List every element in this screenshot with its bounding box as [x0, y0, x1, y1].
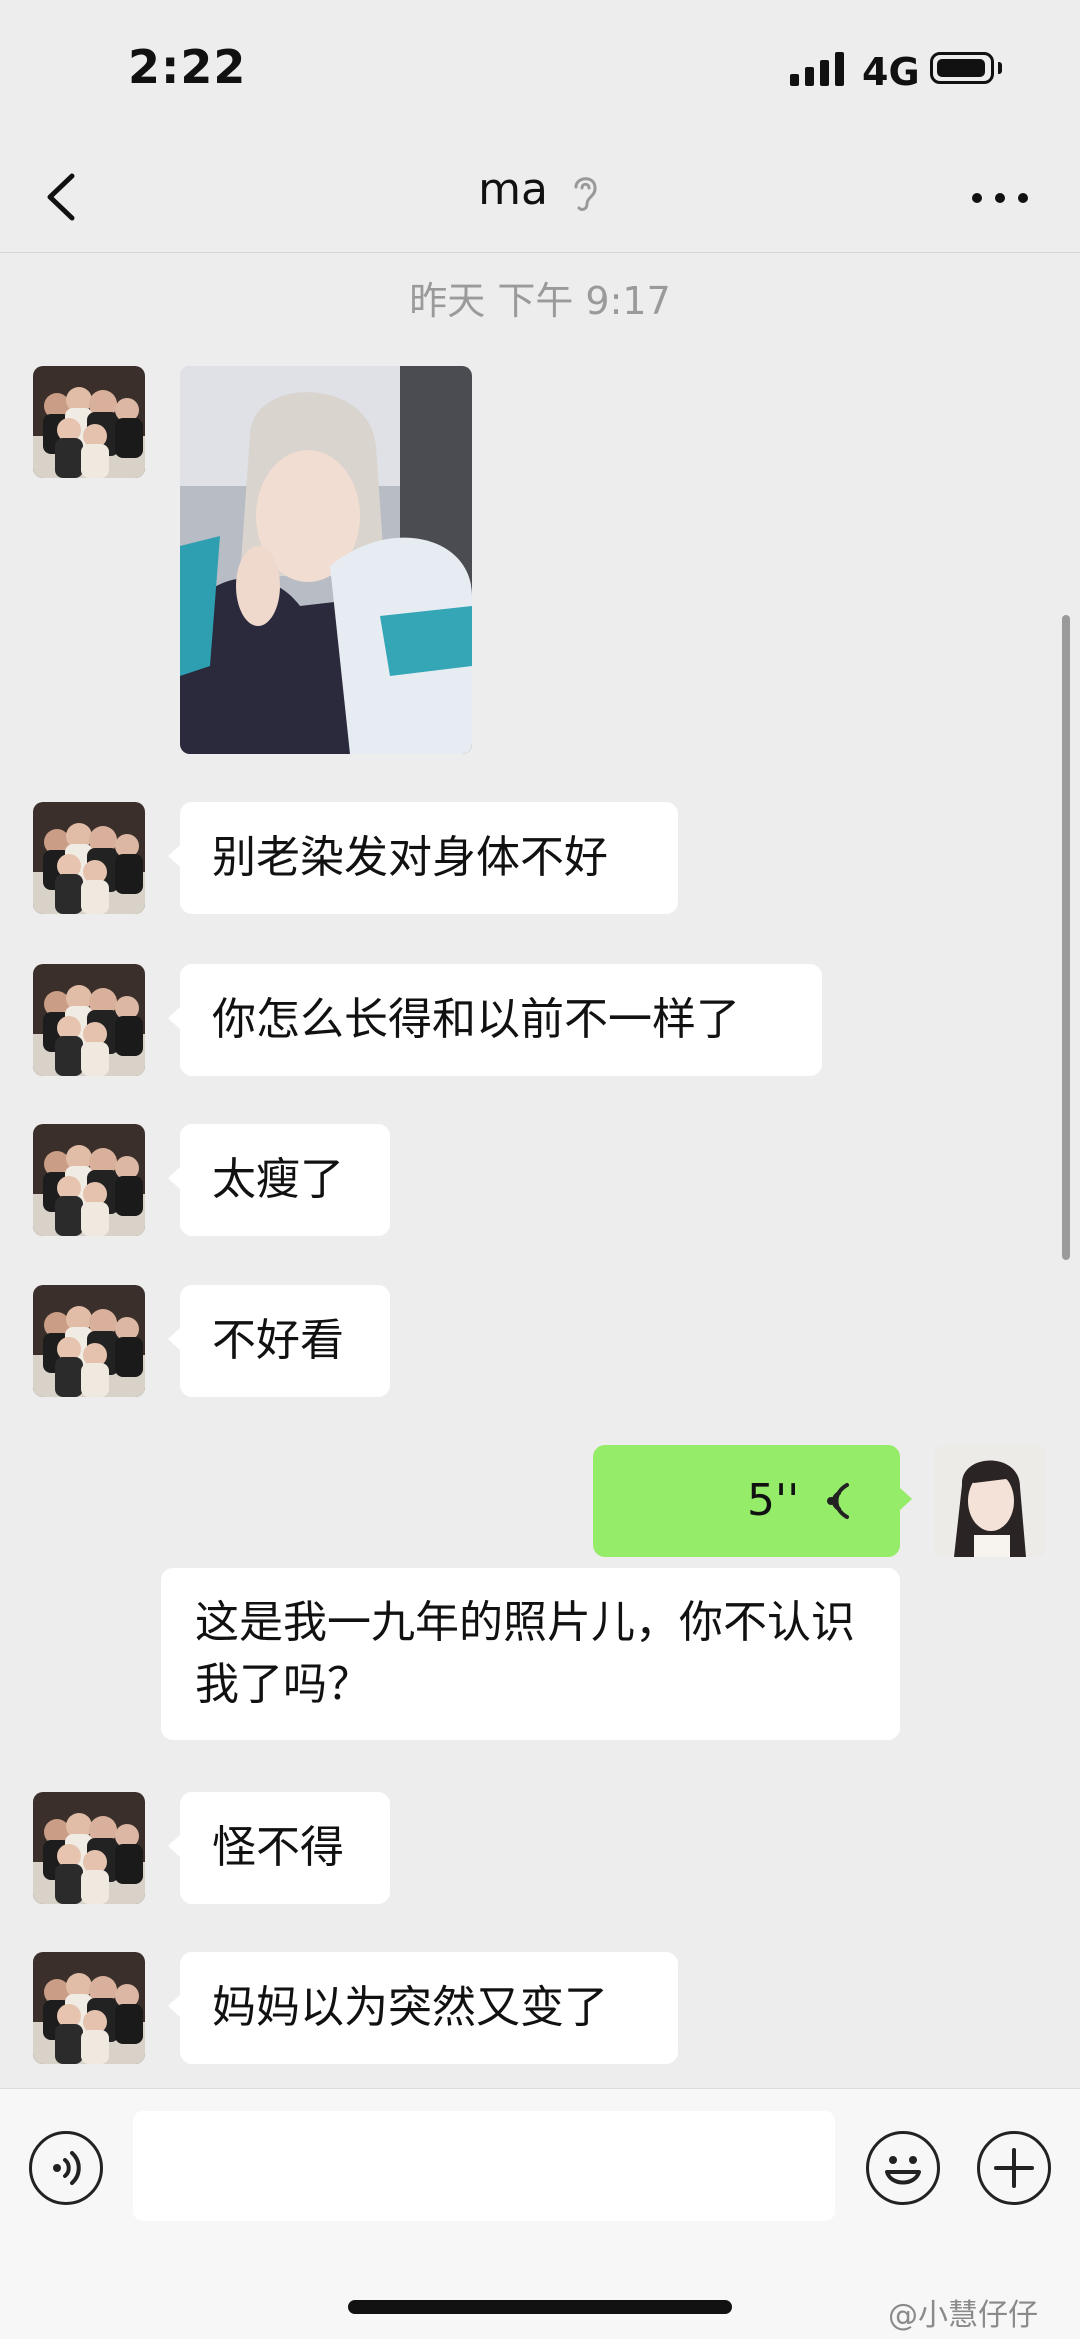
chat-area[interactable]: 昨天 下午 9:17 别老染发对身体不好 你怎么长得和以前不一样了 太瘦了 不好…	[0, 252, 1080, 2088]
message-bubble[interactable]: 妈妈以为突然又变了	[168, 1952, 678, 2064]
emoji-button[interactable]	[866, 2131, 940, 2205]
clock: 2:22	[128, 40, 247, 94]
message-bubble[interactable]: 你怎么长得和以前不一样了	[168, 964, 822, 1076]
transcript-text: 这是我一九年的照片儿，你不认识我了吗？	[195, 1597, 855, 1710]
battery-icon	[930, 52, 994, 84]
more-options-button[interactable]	[960, 168, 1040, 228]
voice-message-bubble[interactable]: 5''	[593, 1445, 912, 1557]
plus-button[interactable]	[977, 2131, 1051, 2205]
scrollbar[interactable]	[1062, 615, 1070, 1260]
avatar[interactable]	[33, 1124, 145, 1236]
chat-title-group: ma	[0, 164, 1080, 215]
avatar[interactable]	[33, 802, 145, 914]
emoji-icon	[885, 2156, 921, 2185]
message-bubble[interactable]: 太瘦了	[168, 1124, 390, 1236]
avatar[interactable]	[33, 366, 145, 478]
status-bar: 2:22 4G	[0, 0, 1080, 140]
message-input[interactable]	[133, 2111, 835, 2221]
voice-input-button[interactable]	[29, 2131, 103, 2205]
avatar[interactable]	[33, 964, 145, 1076]
message-text: 你怎么长得和以前不一样了	[212, 994, 740, 1045]
battery-tip	[998, 62, 1002, 74]
voice-wave-icon	[827, 1483, 849, 1519]
message-text: 太瘦了	[212, 1154, 344, 1205]
voice-duration: 5''	[747, 1475, 800, 1526]
signal-icon	[790, 52, 844, 86]
message-text: 别老染发对身体不好	[212, 832, 608, 883]
chat-header: ma	[0, 140, 1080, 253]
watermark: @小慧仔仔	[888, 2298, 1038, 2333]
plus-icon	[994, 2148, 1034, 2188]
photo-message[interactable]	[180, 366, 472, 754]
voice-transcript[interactable]: 这是我一九年的照片儿，你不认识我了吗？	[161, 1568, 900, 1740]
chat-title: ma	[478, 164, 548, 215]
my-avatar[interactable]	[934, 1445, 1046, 1557]
avatar[interactable]	[33, 1285, 145, 1397]
message-bubble[interactable]: 别老染发对身体不好	[168, 802, 678, 914]
message-text: 怪不得	[212, 1822, 344, 1873]
message-text: 不好看	[212, 1315, 344, 1366]
more-dots-icon	[972, 193, 1028, 203]
avatar[interactable]	[33, 1792, 145, 1904]
message-bubble[interactable]: 怪不得	[168, 1792, 390, 1904]
voice-input-icon	[53, 2151, 81, 2185]
network-type: 4G	[862, 50, 920, 94]
selfie-photo	[180, 366, 472, 754]
message-timestamp: 昨天 下午 9:17	[409, 279, 671, 323]
ear-icon	[574, 177, 597, 211]
message-text: 妈妈以为突然又变了	[212, 1982, 608, 2033]
home-indicator[interactable]	[348, 2300, 732, 2314]
message-bubble[interactable]: 不好看	[168, 1285, 390, 1397]
avatar[interactable]	[33, 1952, 145, 2064]
